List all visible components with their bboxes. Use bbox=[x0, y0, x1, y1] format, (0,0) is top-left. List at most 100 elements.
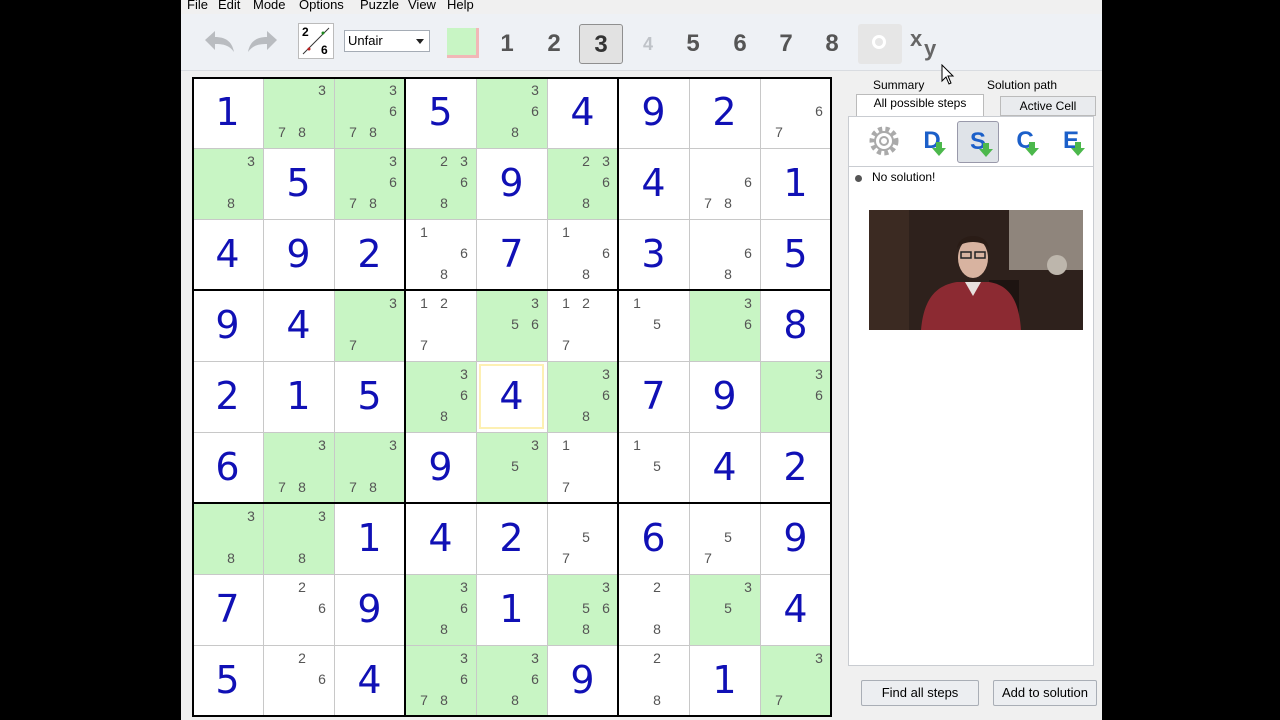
tab-solution-path[interactable]: Solution path bbox=[987, 78, 1057, 92]
cell-r1c3[interactable]: 3 6 78 bbox=[334, 77, 405, 148]
cell-r8c9[interactable]: 4 bbox=[760, 574, 831, 645]
cell-r8c1[interactable]: 7 bbox=[192, 574, 263, 645]
c-arrow-icon[interactable]: C bbox=[1004, 121, 1046, 163]
cell-r7c8[interactable]: 57 bbox=[689, 503, 760, 574]
cell-r6c4[interactable]: 9 bbox=[405, 432, 476, 503]
cell-r4c3[interactable]: 37 bbox=[334, 290, 405, 361]
cell-r1c2[interactable]: 3 78 bbox=[263, 77, 334, 148]
cell-r5c3[interactable]: 5 bbox=[334, 361, 405, 432]
cell-r8c4[interactable]: 3 68 bbox=[405, 574, 476, 645]
cell-r3c2[interactable]: 9 bbox=[263, 219, 334, 290]
cell-r9c3[interactable]: 4 bbox=[334, 645, 405, 716]
digit-button-1[interactable]: 1 bbox=[485, 24, 529, 64]
cell-r5c8[interactable]: 9 bbox=[689, 361, 760, 432]
cell-r6c9[interactable]: 2 bbox=[760, 432, 831, 503]
cell-r5c2[interactable]: 1 bbox=[263, 361, 334, 432]
cell-r8c5[interactable]: 1 bbox=[476, 574, 547, 645]
cell-r2c3[interactable]: 3 6 78 bbox=[334, 148, 405, 219]
cell-r3c3[interactable]: 2 bbox=[334, 219, 405, 290]
cell-r4c1[interactable]: 9 bbox=[192, 290, 263, 361]
cell-r2c7[interactable]: 4 bbox=[618, 148, 689, 219]
level-select[interactable]: Unfair bbox=[344, 30, 430, 52]
cell-r5c1[interactable]: 2 bbox=[192, 361, 263, 432]
cell-r9c4[interactable]: 3 6 78 bbox=[405, 645, 476, 716]
menu-options[interactable]: Options bbox=[299, 0, 344, 12]
color-filter-button[interactable] bbox=[447, 28, 479, 58]
cell-r7c2[interactable]: 38 bbox=[263, 503, 334, 574]
cell-r8c7[interactable]: 28 bbox=[618, 574, 689, 645]
cell-r9c5[interactable]: 3 68 bbox=[476, 645, 547, 716]
gear-icon[interactable] bbox=[863, 121, 905, 163]
cell-r7c4[interactable]: 4 bbox=[405, 503, 476, 574]
cell-r9c1[interactable]: 5 bbox=[192, 645, 263, 716]
cell-r6c8[interactable]: 4 bbox=[689, 432, 760, 503]
cell-r2c6[interactable]: 23 68 bbox=[547, 148, 618, 219]
undo-icon[interactable] bbox=[201, 26, 237, 58]
digit-button-2[interactable]: 2 bbox=[532, 24, 576, 64]
cell-r3c6[interactable]: 1 68 bbox=[547, 219, 618, 290]
cell-r5c4[interactable]: 3 68 bbox=[405, 361, 476, 432]
menu-edit[interactable]: Edit bbox=[218, 0, 240, 12]
cell-r3c1[interactable]: 4 bbox=[192, 219, 263, 290]
cell-r4c5[interactable]: 356 bbox=[476, 290, 547, 361]
cell-r3c7[interactable]: 3 bbox=[618, 219, 689, 290]
cell-r4c7[interactable]: 15 bbox=[618, 290, 689, 361]
cell-r3c9[interactable]: 5 bbox=[760, 219, 831, 290]
cell-r1c1[interactable]: 1 bbox=[192, 77, 263, 148]
add-to-solution-button[interactable]: Add to solution bbox=[993, 680, 1097, 706]
cell-r9c6[interactable]: 9 bbox=[547, 645, 618, 716]
cell-r1c8[interactable]: 2 bbox=[689, 77, 760, 148]
digit-button-6[interactable]: 6 bbox=[718, 24, 762, 64]
cell-r7c5[interactable]: 2 bbox=[476, 503, 547, 574]
cell-r1c7[interactable]: 9 bbox=[618, 77, 689, 148]
digit-button-7[interactable]: 7 bbox=[764, 24, 808, 64]
cell-r7c3[interactable]: 1 bbox=[334, 503, 405, 574]
cell-r9c2[interactable]: 26 bbox=[263, 645, 334, 716]
cell-r7c6[interactable]: 57 bbox=[547, 503, 618, 574]
digit-button-5[interactable]: 5 bbox=[671, 24, 715, 64]
menu-help[interactable]: Help bbox=[447, 0, 474, 12]
redo-icon[interactable] bbox=[245, 26, 281, 58]
cell-r2c1[interactable]: 38 bbox=[192, 148, 263, 219]
cell-r8c8[interactable]: 35 bbox=[689, 574, 760, 645]
cell-r2c8[interactable]: 6 78 bbox=[689, 148, 760, 219]
cell-r6c5[interactable]: 35 bbox=[476, 432, 547, 503]
cell-r3c8[interactable]: 68 bbox=[689, 219, 760, 290]
cell-r5c7[interactable]: 7 bbox=[618, 361, 689, 432]
cell-r6c6[interactable]: 17 bbox=[547, 432, 618, 503]
cell-r1c9[interactable]: 67 bbox=[760, 77, 831, 148]
cell-r6c2[interactable]: 3 78 bbox=[263, 432, 334, 503]
cell-r6c3[interactable]: 3 78 bbox=[334, 432, 405, 503]
difficulty-icon[interactable]: 2 6 bbox=[298, 23, 334, 59]
e-arrow-icon[interactable]: E bbox=[1050, 121, 1092, 163]
cell-r1c5[interactable]: 3 68 bbox=[476, 77, 547, 148]
cell-r2c5[interactable]: 9 bbox=[476, 148, 547, 219]
status-text[interactable]: No solution! bbox=[872, 170, 935, 184]
d-arrow-icon[interactable]: D bbox=[911, 121, 953, 163]
digit-button-8[interactable]: 8 bbox=[810, 24, 854, 64]
cell-r7c9[interactable]: 9 bbox=[760, 503, 831, 574]
cell-r2c4[interactable]: 23 68 bbox=[405, 148, 476, 219]
tab-all-possible-steps[interactable]: All possible steps bbox=[856, 94, 984, 116]
cell-r4c8[interactable]: 36 bbox=[689, 290, 760, 361]
cell-r6c7[interactable]: 15 bbox=[618, 432, 689, 503]
cell-r1c6[interactable]: 4 bbox=[547, 77, 618, 148]
cell-r2c2[interactable]: 5 bbox=[263, 148, 334, 219]
cell-r2c9[interactable]: 1 bbox=[760, 148, 831, 219]
cell-r6c1[interactable]: 6 bbox=[192, 432, 263, 503]
cell-r9c9[interactable]: 37 bbox=[760, 645, 831, 716]
s-arrow-icon[interactable]: S bbox=[957, 121, 999, 163]
digit-button-3[interactable]: 3 bbox=[579, 24, 623, 64]
circle-filter-button[interactable] bbox=[858, 24, 902, 64]
menu-view[interactable]: View bbox=[408, 0, 436, 12]
tab-summary[interactable]: Summary bbox=[873, 78, 924, 92]
cell-r4c4[interactable]: 12 7 bbox=[405, 290, 476, 361]
cell-r1c4[interactable]: 5 bbox=[405, 77, 476, 148]
menu-puzzle[interactable]: Puzzle bbox=[360, 0, 399, 12]
steps-list[interactable]: No solution! bbox=[848, 166, 1094, 666]
tab-active-cell[interactable]: Active Cell bbox=[1000, 96, 1096, 116]
cell-r8c6[interactable]: 3568 bbox=[547, 574, 618, 645]
cell-r3c4[interactable]: 1 68 bbox=[405, 219, 476, 290]
menu-file[interactable]: File bbox=[187, 0, 208, 12]
cell-r7c7[interactable]: 6 bbox=[618, 503, 689, 574]
